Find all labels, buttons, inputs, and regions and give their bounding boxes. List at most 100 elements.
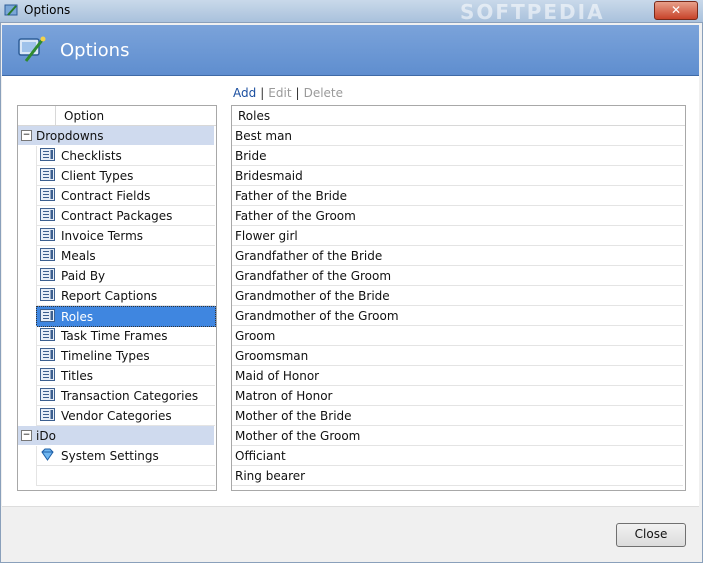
list-item-text: Flower girl (235, 229, 298, 243)
tree-item-report-captions[interactable]: Report Captions (36, 286, 215, 306)
list-icon (40, 168, 55, 181)
tree-column-label: Option (64, 109, 105, 123)
list-item-text: Groomsman (235, 349, 309, 363)
tree-item-invoice-terms[interactable]: Invoice Terms (36, 226, 215, 246)
options-wand-icon (18, 36, 46, 62)
list-icon (40, 208, 55, 221)
list-item[interactable]: Grandmother of the Groom (232, 306, 683, 326)
tree-item-label: System Settings (61, 449, 159, 463)
tree-item-vendor-categories[interactable]: Vendor Categories (36, 406, 215, 426)
tree-item-contract-packages[interactable]: Contract Packages (36, 206, 215, 226)
list-item[interactable]: Grandfather of the Groom (232, 266, 683, 286)
delete-link[interactable]: Delete (304, 86, 343, 100)
list-item[interactable]: Mother of the Bride (232, 406, 683, 426)
list-item[interactable]: Flower girl (232, 226, 683, 246)
list-icon (40, 368, 55, 381)
list-item-text: Bridesmaid (235, 169, 303, 183)
tree-item-label: Roles (61, 310, 94, 324)
list-item[interactable]: Mother of the Groom (232, 426, 683, 446)
add-link[interactable]: Add (233, 86, 256, 100)
tree-item-label: Titles (61, 369, 93, 383)
list-item[interactable]: Bride (232, 146, 683, 166)
list-item-text: Grandfather of the Groom (235, 269, 392, 283)
list-icon (40, 388, 55, 401)
close-button[interactable]: Close (616, 523, 686, 547)
list-icon (40, 188, 55, 201)
tree-item-system-settings[interactable]: System Settings (36, 446, 215, 466)
list-column-header[interactable]: Roles (232, 106, 685, 126)
list-item[interactable]: Father of the Groom (232, 206, 683, 226)
list-item-text: Grandmother of the Bride (235, 289, 390, 303)
list-icon (40, 309, 55, 322)
tree-item-label: Vendor Categories (61, 409, 172, 423)
tree-item-contract-fields[interactable]: Contract Fields (36, 186, 215, 206)
list-item-text: Officiant (235, 449, 286, 463)
list-item[interactable]: Grandfather of the Bride (232, 246, 683, 266)
list-item-text: Ring bearer (235, 469, 306, 483)
tree-item-label: Timeline Types (61, 349, 150, 363)
list-item-text: Grandmother of the Groom (235, 309, 399, 323)
list-item-text: Best man (235, 129, 293, 143)
list-item[interactable]: Bridesmaid (232, 166, 683, 186)
gem-icon (40, 448, 55, 461)
tree-item-task-time-frames[interactable]: Task Time Frames (36, 326, 215, 346)
tree-item-timeline-types[interactable]: Timeline Types (36, 346, 215, 366)
list-item-text: Mother of the Groom (235, 429, 361, 443)
list-icon (40, 288, 55, 301)
tree-column-header: Option (18, 106, 216, 126)
tree-item-label: Meals (61, 249, 96, 263)
tree-group-label: iDo (36, 429, 56, 443)
tree-item-meals[interactable]: Meals (36, 246, 215, 266)
list-icon (40, 268, 55, 281)
tree-empty-row (36, 466, 215, 486)
tree-item-label: Contract Packages (61, 209, 173, 223)
list-icon (40, 228, 55, 241)
app-icon (4, 4, 18, 16)
tree-header-indent (18, 106, 56, 125)
list-item-text: Bride (235, 149, 267, 163)
list-item[interactable]: Groom (232, 326, 683, 346)
tree-item-label: Report Captions (61, 289, 158, 303)
collapse-icon[interactable]: − (21, 430, 32, 441)
list-item[interactable]: Groomsman (232, 346, 683, 366)
watermark: SOFTPEDIA (460, 0, 605, 24)
list-item[interactable]: Best man (232, 126, 683, 146)
edit-link[interactable]: Edit (268, 86, 291, 100)
list-item[interactable]: Maid of Honor (232, 366, 683, 386)
action-separator: | (260, 86, 265, 100)
tree-item-label: Checklists (61, 149, 122, 163)
tree-group-label: Dropdowns (36, 129, 104, 143)
tree-item-label: Contract Fields (61, 189, 151, 203)
tree-item-paid-by[interactable]: Paid By (36, 266, 215, 286)
list-item-text: Father of the Groom (235, 209, 356, 223)
tree-item-label: Client Types (61, 169, 134, 183)
list-item-text: Groom (235, 329, 276, 343)
list-item[interactable]: Grandmother of the Bride (232, 286, 683, 306)
tree-item-checklists[interactable]: Checklists (36, 146, 215, 166)
list-item[interactable]: Officiant (232, 446, 683, 466)
list-column-label: Roles (238, 109, 271, 123)
dialog-footer (2, 506, 699, 562)
tree-group-ido[interactable]: − iDo (18, 426, 214, 445)
tree-item-titles[interactable]: Titles (36, 366, 215, 386)
dialog-title: Options (60, 40, 130, 61)
list-item[interactable]: Matron of Honor (232, 386, 683, 406)
list-item-text: Father of the Bride (235, 189, 347, 203)
list-item-text: Grandfather of the Bride (235, 249, 383, 263)
list-icon (40, 408, 55, 421)
window-close-button[interactable]: ✕ (654, 1, 698, 20)
list-item-text: Maid of Honor (235, 369, 320, 383)
list-actions: Add | Edit | Delete (233, 86, 343, 100)
tree-item-transaction-categories[interactable]: Transaction Categories (36, 386, 215, 406)
list-item[interactable]: Ring bearer (232, 466, 683, 486)
list-item-text: Matron of Honor (235, 389, 333, 403)
tree-item-label: Invoice Terms (61, 229, 144, 243)
list-item[interactable]: Father of the Bride (232, 186, 683, 206)
collapse-icon[interactable]: − (21, 130, 32, 141)
tree-group-dropdowns[interactable]: − Dropdowns (18, 126, 214, 145)
list-icon (40, 348, 55, 361)
tree-item-roles[interactable]: Roles (36, 306, 216, 327)
tree-item-client-types[interactable]: Client Types (36, 166, 215, 186)
close-icon: ✕ (670, 3, 682, 17)
dialog-header: Options (2, 25, 699, 76)
